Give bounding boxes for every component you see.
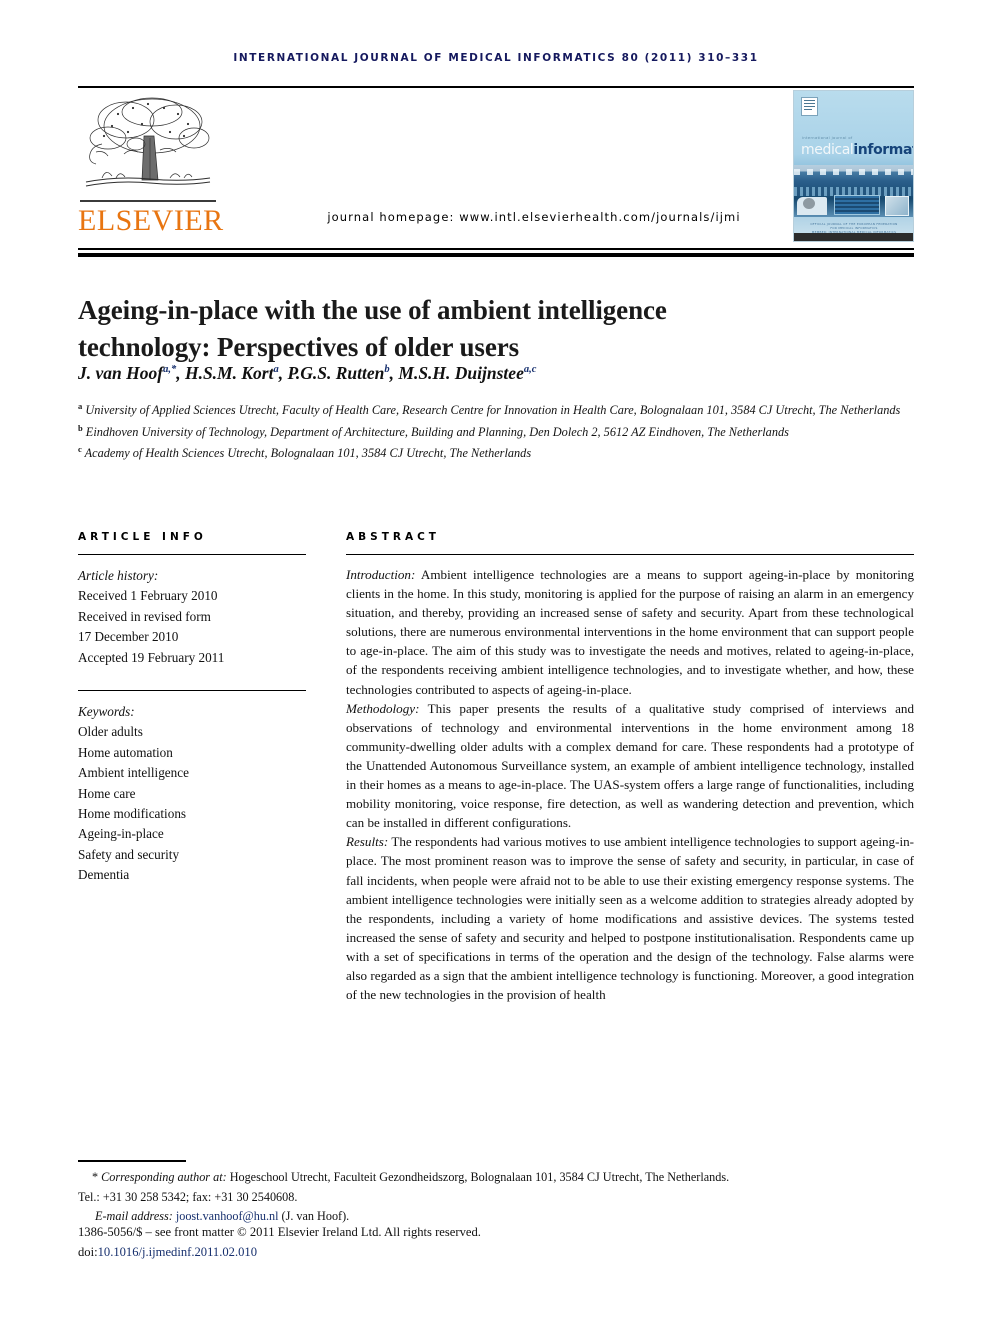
telephone-fax-note: Tel.: +31 30 258 5342; fax: +31 30 25406… — [78, 1189, 298, 1204]
corresponding-author-address: Hogeschool Utrecht, Faculteit Gezondheid… — [226, 1170, 730, 1184]
abstract-paragraph: Results: The respondents had various mot… — [346, 834, 914, 1003]
article-history-item: 17 December 2010 — [78, 629, 179, 645]
journal-running-head: INTERNATIONAL JOURNAL OF MEDICAL INFORMA… — [233, 52, 759, 64]
keywords-block: Keywords: Older adults Home automation Amb… — [78, 702, 318, 886]
keywords-label: Keywords: — [78, 704, 135, 719]
affiliation-mark: c — [78, 444, 82, 454]
copyright-block: 1386-5056/$ – see front matter © 2011 El… — [78, 1223, 778, 1262]
article-history-item: Received in revised form — [78, 608, 211, 624]
affiliation-item: b Eindhoven University of Technology, De… — [78, 422, 789, 439]
page-title: Ageing-in-place with the use of ambient … — [78, 295, 667, 363]
cover-photo — [794, 165, 913, 217]
author-affiliation-mark: b — [384, 364, 390, 376]
article-history-item: Accepted 19 February 2011 — [78, 649, 225, 665]
author-name: H.S.M. Kort — [184, 363, 274, 383]
cover-caption-line-1: OFFICIAL JOURNAL OF THE EUROPEAN FEDERAT… — [810, 222, 898, 230]
masthead-bottom-rule-thick — [78, 253, 914, 257]
affiliation-item: c Academy of Health Sciences Utrecht, Bo… — [78, 444, 532, 461]
article-history-label: Article history: — [78, 568, 159, 583]
corresponding-author-label: Corresponding author at: — [101, 1170, 227, 1184]
author-affiliation-mark: a,* — [163, 364, 177, 376]
abstract-paragraph-lead: Introduction: — [346, 567, 416, 582]
cover-photo-device — [885, 196, 909, 216]
cover-elsevier-icon — [801, 97, 818, 116]
abstract-heading: ABSTRACT — [346, 531, 440, 543]
email-link[interactable]: joost.vanhoof@hu.nl — [176, 1209, 279, 1223]
doi-link[interactable]: 10.1016/j.ijmedinf.2011.02.010 — [98, 1245, 257, 1259]
cover-title-medical: medical — [801, 142, 854, 158]
keyword-item: Ageing-in-place — [78, 826, 164, 842]
corresponding-author-marker: * — [92, 1170, 99, 1184]
article-history-item: Received 1 February 2010 — [78, 588, 218, 604]
keyword-item: Home automation — [78, 744, 173, 760]
keyword-item: Home modifications — [78, 806, 187, 822]
article-info-heading: ARTICLE INFO — [78, 531, 207, 543]
article-history: Article history: Received 1 February 201… — [78, 566, 318, 668]
cover-title: medicalinformatics — [801, 142, 913, 158]
cover-footer-band — [794, 233, 913, 241]
keyword-item: Older adults — [78, 724, 143, 740]
keyword-item: Safety and security — [78, 846, 180, 862]
article-first-page: INTERNATIONAL JOURNAL OF MEDICAL INFORMA… — [0, 0, 992, 1323]
author-affiliation-mark: a — [273, 364, 279, 376]
journal-homepage-link[interactable]: journal homepage: www.intl.elsevierhealt… — [234, 210, 834, 224]
elsevier-logo-divider — [80, 200, 216, 202]
article-history-items: Received 1 February 2010 Received in revi… — [78, 586, 318, 668]
footnote-block: * Corresponding author at: Hogeschool Ut… — [78, 1168, 928, 1227]
author-list: J. van Hoofa,*, H.S.M. Korta, P.G.S. Rut… — [78, 363, 537, 383]
cover-photo-patient — [803, 198, 815, 209]
elsevier-wordmark: ELSEVIER — [78, 204, 224, 237]
affiliation-mark: a — [78, 401, 83, 411]
cover-photo-lights — [794, 169, 913, 175]
abstract-paragraph-lead: Results: — [346, 834, 389, 850]
cover-title-informatics: informatics — [853, 142, 913, 158]
abstract-paragraph: Methodology: This paper presents the res… — [346, 700, 914, 831]
abstract-body: Introduction: Ambient intelligence techn… — [346, 565, 914, 1004]
email-label: E-mail address: — [95, 1209, 173, 1223]
abstract-rule — [346, 554, 914, 555]
email-owner: (J. van Hoof). — [281, 1209, 350, 1223]
footnote-rule — [78, 1160, 186, 1162]
abstract-paragraph-lead: Methodology: — [346, 700, 420, 716]
masthead: ELSEVIER journal homepage: www.intl.else… — [78, 90, 914, 246]
keyword-item: Dementia — [78, 867, 130, 883]
article-info-rule — [78, 554, 306, 555]
author-name: P.G.S. Rutten — [287, 363, 385, 383]
elsevier-logo: ELSEVIER — [78, 92, 224, 244]
doi-line: doi:10.1016/j.ijmedinf.2011.02.010 — [78, 1243, 778, 1263]
doi-label: doi: — [78, 1244, 98, 1259]
masthead-top-rule — [78, 86, 914, 88]
keywords-items: Older adults Home automation Ambient intel… — [78, 722, 318, 885]
issn-line: 1386-5056/$ – see front matter © 2011 El… — [78, 1225, 481, 1239]
keyword-item: Ambient intelligence — [78, 765, 189, 781]
affiliation-list: a University of Applied Sciences Utrecht… — [78, 398, 914, 463]
cover-supertitle: international journal of — [802, 136, 853, 140]
masthead-bottom-rule-thin — [78, 248, 914, 250]
keyword-item: Home care — [78, 785, 136, 801]
abstract-paragraph: Introduction: Ambient intelligence techn… — [346, 567, 914, 697]
author-name: J. van Hoof — [78, 363, 164, 383]
affiliation-mark: b — [78, 422, 83, 433]
cover-photo-monitor — [834, 195, 880, 215]
elsevier-tree-icon — [85, 97, 211, 187]
journal-cover-thumbnail: international journal of medicalinformat… — [793, 90, 914, 242]
keywords-rule — [78, 690, 306, 691]
author-affiliation-mark: a,c — [523, 364, 537, 376]
affiliation-item: a University of Applied Sciences Utrecht… — [78, 401, 901, 418]
corresponding-author-note: * Corresponding author at: Hogeschool Ut… — [78, 1168, 928, 1188]
author-name: M.S.H. Duijnstee — [398, 363, 524, 383]
